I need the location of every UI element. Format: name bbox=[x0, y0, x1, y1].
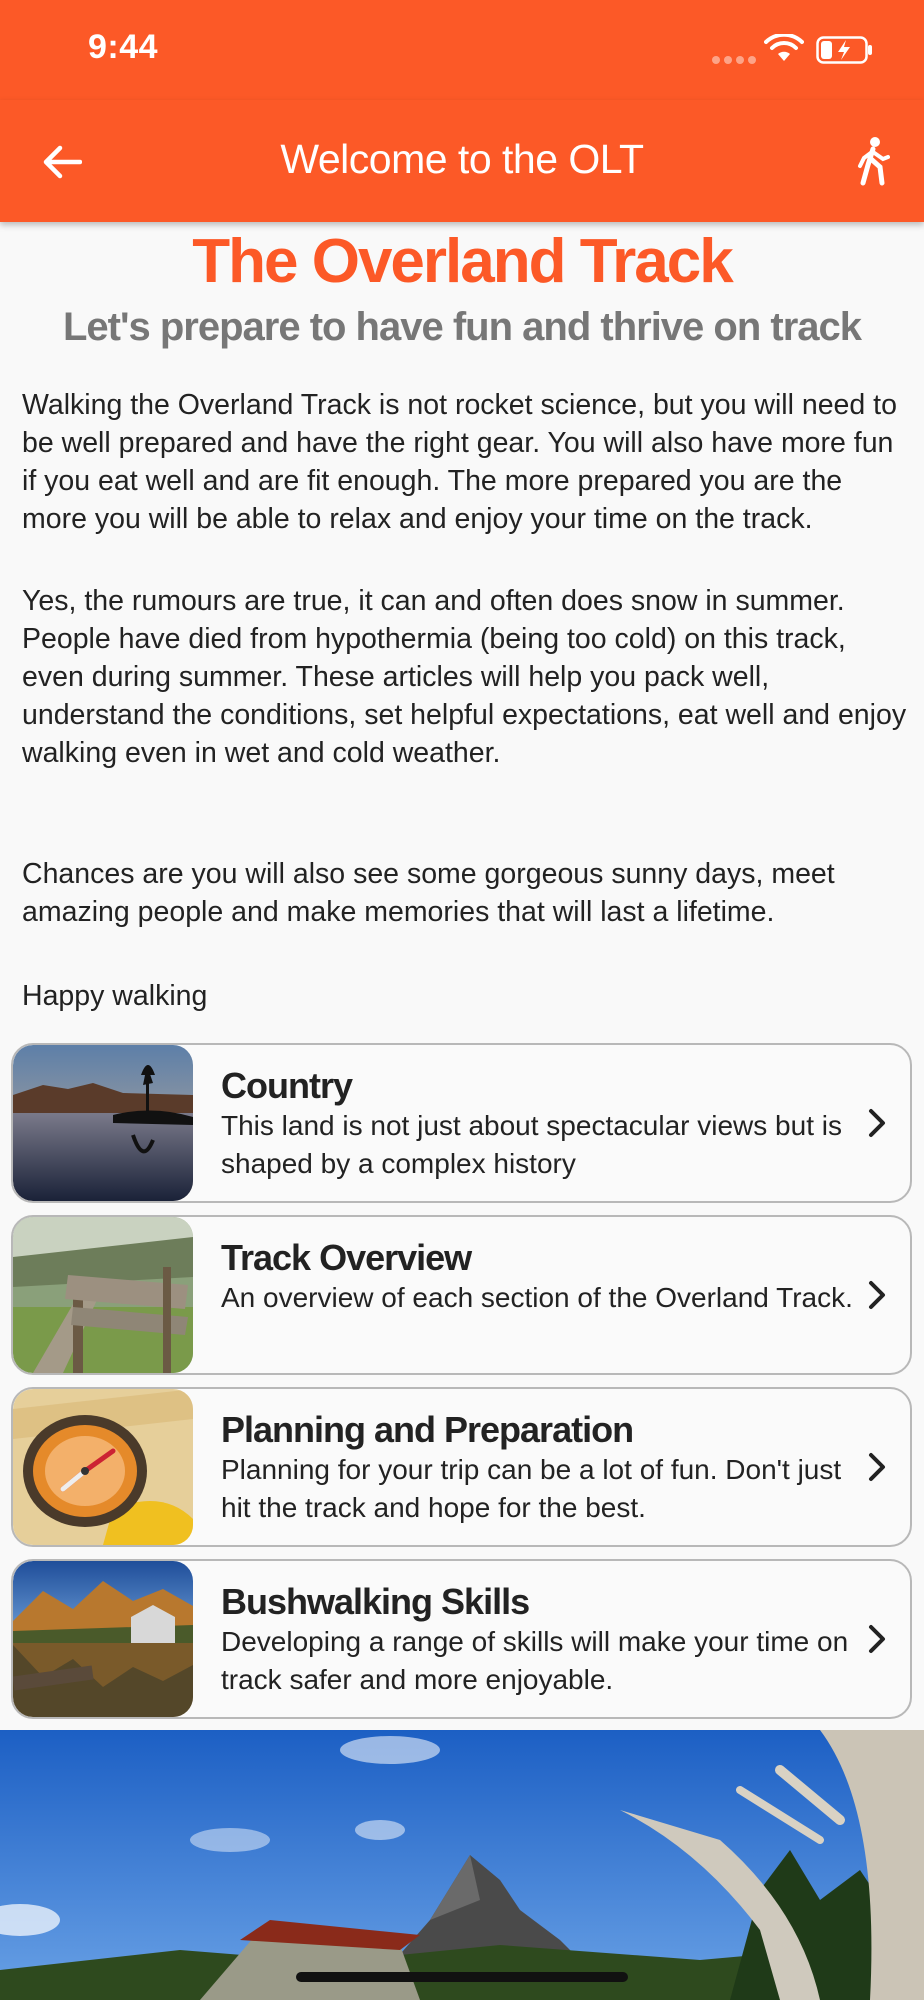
card-thumbnail-boathouse bbox=[13, 1561, 193, 1717]
card-planning-and-preparation[interactable]: Planning and Preparation Planning for yo… bbox=[11, 1387, 912, 1547]
back-arrow-icon bbox=[43, 145, 82, 179]
cellular-signal-icon bbox=[712, 56, 756, 64]
intro-paragraph: Yes, the rumours are true, it can and of… bbox=[22, 585, 907, 769]
card-thumbnail-compass bbox=[13, 1389, 193, 1545]
chevron-right-icon bbox=[869, 1109, 885, 1137]
walking-mode-button[interactable] bbox=[848, 132, 898, 192]
card-description: This land is not just about spectacular … bbox=[221, 1110, 842, 1179]
card-title: Planning and Preparation bbox=[221, 1409, 634, 1450]
back-button[interactable] bbox=[36, 136, 88, 188]
home-indicator[interactable] bbox=[296, 1972, 628, 1982]
status-time: 9:44 bbox=[88, 28, 159, 66]
card-track-overview[interactable]: Track Overview An overview of each secti… bbox=[11, 1215, 912, 1375]
card-thumbnail-signpost bbox=[13, 1217, 193, 1373]
walking-person-icon bbox=[858, 137, 890, 186]
card-title: Track Overview bbox=[221, 1237, 472, 1278]
page-title: The Overland Track bbox=[192, 227, 733, 296]
card-country[interactable]: Country This land is not just about spec… bbox=[11, 1043, 912, 1203]
intro-paragraph: Happy walking bbox=[22, 980, 208, 1012]
hero-landscape-image bbox=[0, 1730, 924, 2000]
chevron-right-icon bbox=[869, 1625, 885, 1653]
chevron-right-icon bbox=[869, 1281, 885, 1309]
wifi-icon bbox=[764, 34, 804, 61]
page-subtitle: Let's prepare to have fun and thrive on … bbox=[62, 305, 862, 349]
card-title: Country bbox=[221, 1065, 353, 1106]
card-description: Developing a range of skills will make y… bbox=[221, 1626, 849, 1695]
nav-title: Welcome to the OLT bbox=[280, 136, 644, 182]
card-description: An overview of each section of the Overl… bbox=[221, 1282, 853, 1313]
card-description: Planning for your trip can be a lot of f… bbox=[221, 1454, 842, 1523]
battery-charging-icon bbox=[816, 36, 872, 64]
intro-paragraph: Chances are you will also see some gorge… bbox=[22, 858, 835, 928]
navigation-bar: Welcome to the OLT bbox=[0, 100, 924, 222]
status-bar: 9:44 bbox=[0, 0, 924, 100]
card-title: Bushwalking Skills bbox=[221, 1581, 530, 1622]
chevron-right-icon bbox=[869, 1453, 885, 1481]
card-thumbnail-lake bbox=[13, 1045, 193, 1201]
card-bushwalking-skills[interactable]: Bushwalking Skills Developing a range of… bbox=[11, 1559, 912, 1719]
intro-paragraph: Walking the Overland Track is not rocket… bbox=[22, 389, 897, 535]
